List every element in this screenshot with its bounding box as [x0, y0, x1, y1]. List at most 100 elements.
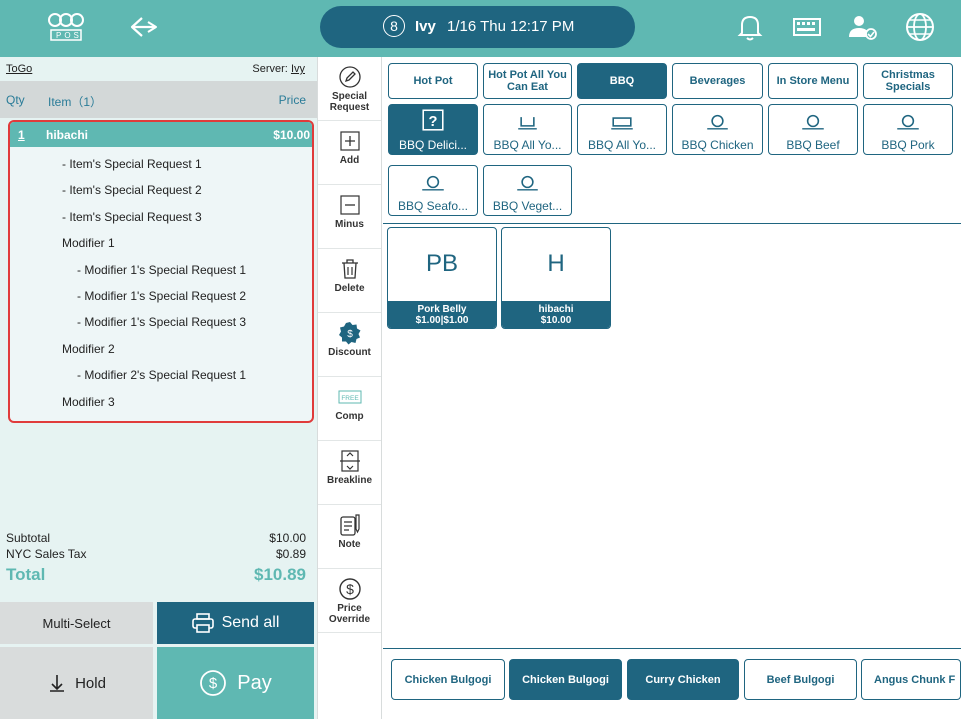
- order-line[interactable]: Modifier 1: [62, 236, 115, 250]
- category-label: In Store Menu: [776, 75, 850, 87]
- subcategory-label: BBQ Pork: [881, 138, 935, 152]
- item-chip-label: Angus Chunk F: [874, 673, 956, 686]
- item-name: hibachi: [46, 128, 89, 142]
- item-qty: 1: [18, 128, 25, 142]
- svg-text:?: ?: [429, 114, 438, 130]
- item-chip-label: Chicken Bulgogi: [404, 673, 492, 686]
- order-line[interactable]: - Item's Special Request 2: [62, 183, 202, 197]
- order-totals: Subtotal $10.00 NYC Sales Tax $0.89 Tota…: [0, 527, 317, 595]
- order-item-row[interactable]: 1 hibachi $10.00: [10, 122, 312, 147]
- order-line[interactable]: - Item's Special Request 1: [62, 157, 202, 171]
- product-tile-hibachi[interactable]: H hibachi $10.00: [501, 227, 611, 329]
- dish-icon: [422, 175, 444, 191]
- product-abbr: H: [547, 250, 565, 277]
- order-item-highlight: 1 hibachi $10.00 - Item's Special Reques…: [8, 120, 314, 423]
- item-chip-chicken-bulgogi-2[interactable]: Chicken Bulgogi: [509, 659, 622, 700]
- item-chip-label: Beef Bulgogi: [766, 673, 835, 686]
- svg-text:$: $: [346, 581, 354, 597]
- send-all-button[interactable]: Send all: [157, 602, 314, 644]
- hold-button[interactable]: Hold: [0, 647, 153, 719]
- total-value: $10.89: [254, 565, 306, 584]
- add-button[interactable]: Add: [318, 121, 381, 185]
- category-tab-bbq[interactable]: BBQ: [577, 63, 667, 99]
- tool-label: Minus: [335, 219, 364, 230]
- subcategory-bbq-pork[interactable]: BBQ Pork: [863, 104, 953, 155]
- subcategory-bbq-ayce-2[interactable]: BBQ All Yo...: [577, 104, 667, 155]
- category-tab-in-store-menu[interactable]: In Store Menu: [768, 63, 858, 99]
- subcategory-bbq-vegetable[interactable]: BBQ Veget...: [483, 165, 572, 216]
- header-user-name: Ivy: [415, 18, 436, 35]
- order-line[interactable]: Modifier 2: [62, 342, 115, 356]
- svg-text:$: $: [209, 675, 218, 692]
- order-line[interactable]: - Item's Special Request 3: [62, 210, 202, 224]
- globe-icon[interactable]: [903, 10, 937, 44]
- bottom-divider: [383, 648, 961, 649]
- order-info-pill[interactable]: 8 Ivy 1/16 Thu 12:17 PM: [320, 6, 635, 48]
- category-tab-beverages[interactable]: Beverages: [672, 63, 763, 99]
- breakline-button[interactable]: Breakline: [318, 441, 381, 505]
- item-chip-curry-chicken[interactable]: Curry Chicken: [627, 659, 739, 700]
- multi-select-button[interactable]: Multi-Select: [0, 602, 153, 644]
- back-arrow-icon[interactable]: [128, 12, 160, 42]
- item-price: $10.00: [273, 128, 310, 142]
- subcategory-bbq-chicken[interactable]: BBQ Chicken: [672, 104, 763, 155]
- plus-icon: [340, 131, 360, 151]
- category-tab-hot-pot[interactable]: Hot Pot: [388, 63, 478, 99]
- subcategory-bbq-delicious[interactable]: ? BBQ Delici...: [388, 104, 478, 155]
- item-chip-angus-chunk[interactable]: Angus Chunk F: [861, 659, 961, 700]
- top-bar: POS 8 Ivy 1/16 Thu 12:17 PM: [0, 0, 961, 57]
- order-type-link[interactable]: ToGo: [6, 63, 32, 75]
- free-icon-text: FREE: [341, 395, 359, 402]
- discount-button[interactable]: $ Discount: [318, 313, 381, 377]
- tray-icon: [611, 117, 633, 130]
- order-line[interactable]: Modifier 3: [62, 395, 115, 409]
- order-number-badge: 8: [383, 15, 405, 37]
- server-name-link[interactable]: Ivy: [291, 63, 305, 75]
- printer-icon: [191, 613, 214, 633]
- product-tile-pork-belly[interactable]: PB Pork Belly $1.00|$1.00: [387, 227, 497, 329]
- product-footer: Pork Belly $1.00|$1.00: [388, 301, 496, 328]
- dollar-icon: $: [339, 578, 361, 600]
- order-line[interactable]: - Modifier 1's Special Request 2: [77, 289, 246, 303]
- send-all-label: Send all: [221, 614, 280, 631]
- category-label: BBQ: [609, 75, 635, 87]
- subcategory-label: BBQ All Yo...: [493, 138, 562, 152]
- order-line[interactable]: - Modifier 1's Special Request 3: [77, 315, 246, 329]
- category-tab-hot-pot-ayce[interactable]: Hot Pot All You Can Eat: [483, 63, 572, 99]
- breakline-icon: [340, 450, 360, 472]
- subcategory-bbq-ayce-1[interactable]: BBQ All Yo...: [483, 104, 572, 155]
- discount-icon: $: [339, 322, 361, 345]
- pay-button[interactable]: $ Pay: [157, 647, 314, 719]
- subcategory-bbq-seafood[interactable]: BBQ Seafo...: [388, 165, 478, 216]
- order-panel: ToGo Server: Ivy Qty Item（1） Price 1 hib…: [0, 57, 317, 719]
- logo-text: POS: [56, 31, 82, 40]
- minus-button[interactable]: Minus: [318, 185, 381, 249]
- dollar-circle-icon: $: [200, 670, 227, 696]
- trash-icon: [342, 259, 358, 279]
- order-line[interactable]: - Modifier 1's Special Request 1: [77, 263, 246, 277]
- delete-button[interactable]: Delete: [318, 249, 381, 313]
- tool-label: Add: [339, 155, 360, 166]
- comp-button[interactable]: FREE Comp: [318, 377, 381, 441]
- price-override-button[interactable]: $ Price Override: [318, 569, 381, 633]
- order-line[interactable]: - Modifier 2's Special Request 1: [77, 368, 246, 382]
- bowl-icon: [518, 117, 537, 130]
- tool-label: Discount: [328, 347, 371, 358]
- total-label: Total: [6, 565, 46, 584]
- subcategory-bbq-beef[interactable]: BBQ Beef: [768, 104, 858, 155]
- item-chip-beef-bulgogi[interactable]: Beef Bulgogi: [744, 659, 857, 700]
- note-button[interactable]: Note: [318, 505, 381, 569]
- special-request-button[interactable]: Special Request: [318, 57, 381, 121]
- bell-icon[interactable]: [733, 10, 767, 44]
- user-check-icon[interactable]: [846, 10, 880, 44]
- product-name: Pork Belly: [417, 304, 467, 315]
- keyboard-icon[interactable]: [790, 10, 824, 44]
- product-footer: hibachi $10.00: [502, 301, 610, 328]
- category-tab-christmas-specials[interactable]: Christmas Specials: [863, 63, 953, 99]
- item-chip-chicken-bulgogi[interactable]: Chicken Bulgogi: [391, 659, 505, 700]
- item-chip-label: Curry Chicken: [645, 673, 721, 686]
- tool-label: Price Override: [328, 603, 371, 625]
- subcategory-label: BBQ Beef: [786, 138, 840, 152]
- tool-column: Special Request Add Minus Delete $ Disco…: [317, 57, 382, 719]
- product-abbr: PB: [425, 250, 458, 277]
